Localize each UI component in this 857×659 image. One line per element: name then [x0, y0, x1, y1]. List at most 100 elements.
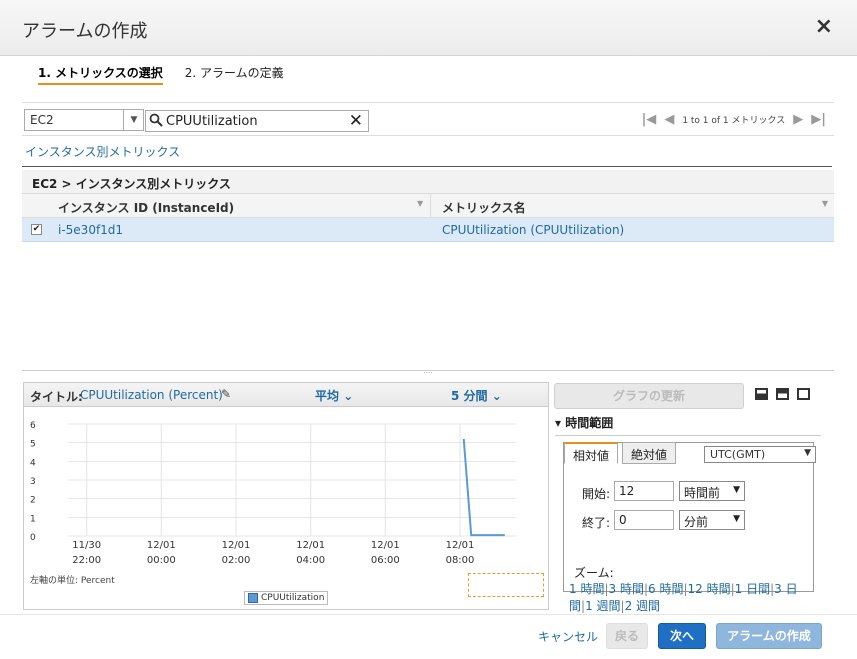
metrics-grid: EC2 > インスタンス別メトリックス インスタンス ID (InstanceI…: [22, 170, 834, 242]
wizard-steps: 1. メトリックスの選択 2. アラームの定義: [38, 64, 284, 85]
statistic-dropdown[interactable]: 平均 ⌄: [315, 387, 353, 404]
row-checkbox[interactable]: ✔: [31, 224, 42, 235]
next-button[interactable]: 次へ: [658, 623, 706, 649]
pager-text: 1 to 1 of 1 メトリックス: [682, 116, 786, 126]
by-instance-metrics-link[interactable]: インスタンス別メトリックス: [25, 143, 180, 160]
x-tick-time: 08:00: [446, 555, 475, 566]
x-tick-date: 12/01: [147, 540, 176, 551]
footer-divider: [0, 614, 857, 615]
step-select-metric[interactable]: 1. メトリックスの選択: [38, 64, 163, 85]
start-unit-select[interactable]: 時間前 ▼: [679, 481, 745, 501]
y-tick-label: 2: [30, 496, 36, 506]
step-define-alarm[interactable]: 2. アラームの定義: [185, 64, 284, 85]
x-tick-date: 12/01: [222, 540, 251, 551]
zoom-option[interactable]: 2 週間: [625, 599, 660, 613]
chart-panel: タイトル: CPUUtilization (Percent) ✎ 平均 ⌄ 5 …: [23, 382, 549, 610]
metric-search-input[interactable]: CPUUtilization ✕: [145, 110, 369, 132]
dialog-header: アラームの作成 ×: [0, 0, 857, 56]
chevron-down-icon: ▼: [733, 514, 740, 524]
tab-relative[interactable]: 相対値: [564, 442, 619, 464]
search-value: CPUUtilization: [166, 114, 258, 129]
table-row[interactable]: ✔ i-5e30f1d1 CPUUtilization (CPUUtilizat…: [22, 218, 834, 242]
update-graph-button[interactable]: グラフの更新: [554, 383, 744, 409]
pencil-icon[interactable]: ✎: [221, 387, 231, 401]
instance-id-cell: i-5e30f1d1: [58, 223, 124, 237]
layout-top-icon[interactable]: [776, 388, 789, 400]
timezone-select[interactable]: UTC(GMT) ▼: [704, 446, 816, 463]
layout-full-icon[interactable]: [797, 388, 810, 400]
x-tick-time: 02:00: [222, 555, 251, 566]
grid-breadcrumb: EC2 > インスタンス別メトリックス: [22, 170, 834, 194]
zoom-option[interactable]: 1 時間: [569, 582, 604, 596]
selection-box: [468, 573, 544, 597]
end-value-input[interactable]: 0: [614, 510, 674, 530]
x-tick-date: 12/01: [371, 540, 400, 551]
y-tick-label: 5: [30, 440, 36, 450]
sort-icon[interactable]: ▼: [822, 199, 828, 208]
column-header-instance-id[interactable]: インスタンス ID (InstanceId): [58, 199, 234, 216]
x-tick-date: 11/30: [72, 540, 101, 551]
chevron-down-icon[interactable]: ▼: [123, 109, 144, 131]
cpu-chart: 0 1 2 3 4 5 6 11/30 22:00 12/01 00:00 12/01 02:00 12/…: [30, 421, 516, 566]
metric-toolbar: EC2 ▼ CPUUtilization ✕ |◀ ◀ 1 to 1 of 1 …: [22, 102, 834, 136]
chevron-down-icon: ▼: [733, 485, 740, 495]
start-value-input[interactable]: 12: [614, 481, 674, 501]
zoom-option[interactable]: 6 時間: [648, 582, 683, 596]
time-range-section: ▾ 時間範囲 相対値 絶対値 UTC(GMT) ▼ 開始: 12 時間前 ▼ 終了:…: [555, 414, 821, 613]
next-page-icon[interactable]: ▶: [793, 112, 803, 127]
y-tick-label: 1: [30, 514, 36, 524]
column-header-metric-name[interactable]: メトリックス名: [442, 199, 526, 216]
legend-label: CPUUtilization: [261, 593, 325, 603]
period-dropdown[interactable]: 5 分間 ⌄: [451, 387, 502, 404]
y-tick-label: 6: [30, 421, 36, 431]
tab-absolute[interactable]: 絶対値: [622, 442, 677, 464]
y-tick-label: 0: [30, 533, 36, 543]
cancel-button[interactable]: キャンセル: [538, 628, 598, 645]
resize-handle[interactable]: ····: [22, 370, 834, 377]
layout-bottom-icon[interactable]: [755, 388, 768, 400]
y-tick-label: 3: [30, 477, 36, 487]
zoom-option[interactable]: 1 日間: [735, 582, 770, 596]
y-tick-label: 4: [30, 458, 36, 468]
time-range-panel: 相対値 絶対値 UTC(GMT) ▼ 開始: 12 時間前 ▼ 終了: 0 分前 ▼ …: [563, 442, 816, 613]
axis-unit-label: 左軸の単位: Percent: [30, 576, 115, 586]
column-separator: [430, 194, 431, 218]
start-label: 開始:: [582, 487, 611, 501]
last-page-icon[interactable]: ▶|: [811, 112, 826, 127]
x-tick-time: 22:00: [72, 555, 101, 566]
divider: [22, 166, 832, 167]
x-tick-date: 12/01: [296, 540, 325, 551]
chart-title-label: タイトル:: [30, 390, 83, 404]
zoom-label: ズーム:: [574, 566, 614, 580]
search-icon: [149, 113, 163, 127]
first-page-icon[interactable]: |◀: [642, 112, 657, 127]
x-tick-time: 06:00: [371, 555, 400, 566]
zoom-option[interactable]: 12 時間: [688, 582, 731, 596]
end-label: 終了:: [582, 516, 611, 530]
dialog-title: アラームの作成: [22, 21, 148, 42]
x-tick-time: 04:00: [296, 555, 325, 566]
x-tick-time: 00:00: [147, 555, 176, 566]
prev-page-icon[interactable]: ◀: [664, 112, 674, 127]
back-button[interactable]: 戻る: [606, 623, 648, 649]
series-line: [462, 438, 505, 537]
metric-name-cell: CPUUtilization (CPUUtilization): [442, 223, 625, 237]
zoom-option[interactable]: 3 時間: [609, 582, 644, 596]
chart-header: タイトル: CPUUtilization (Percent) ✎ 平均 ⌄ 5 …: [24, 383, 548, 407]
zoom-links: 1 時間|3 時間|6 時間|12 時間|1 日間|3 日間|1 週間|2 週間: [569, 581, 809, 615]
pager: |◀ ◀ 1 to 1 of 1 メトリックス ▶ ▶|: [642, 112, 826, 127]
chart-title-value: CPUUtilization (Percent): [80, 388, 223, 402]
end-unit-select[interactable]: 分前 ▼: [679, 510, 745, 530]
x-tick-date: 12/01: [446, 540, 475, 551]
sort-icon[interactable]: ▼: [417, 199, 423, 208]
close-icon[interactable]: ×: [815, 14, 833, 39]
chart-legend: CPUUtilization: [244, 591, 329, 605]
legend-swatch: [248, 593, 258, 603]
grid-header: インスタンス ID (InstanceId) ▼ メトリックス名 ▼: [22, 194, 834, 218]
layout-options: [755, 388, 810, 400]
zoom-option[interactable]: 1 週間: [585, 599, 620, 613]
time-range-heading[interactable]: ▾ 時間範囲: [555, 414, 821, 436]
create-alarm-button[interactable]: アラームの作成: [716, 623, 822, 649]
chevron-down-icon: ▼: [804, 448, 811, 458]
clear-search-icon[interactable]: ✕: [349, 111, 363, 131]
